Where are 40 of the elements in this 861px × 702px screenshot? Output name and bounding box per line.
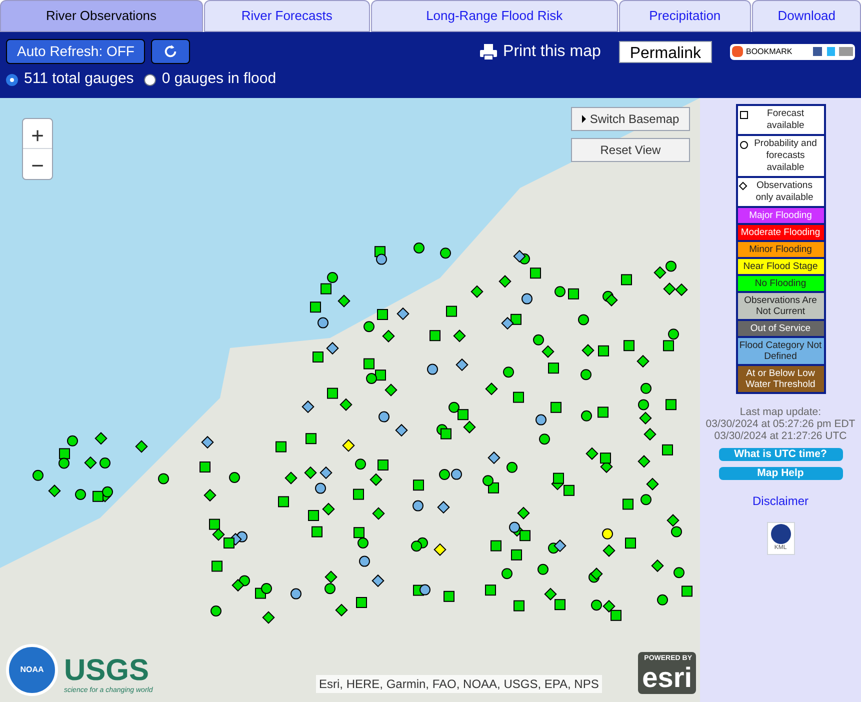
tab[interactable]: River Forecasts <box>204 0 370 32</box>
caret-icon <box>582 115 586 123</box>
tab[interactable]: Download <box>752 0 861 32</box>
legend-entry: Near Flood Stage <box>738 259 824 274</box>
printer-icon <box>480 44 498 60</box>
legend-entry: At or Below Low Water Threshold <box>738 366 824 392</box>
gauge-filter-radio[interactable]: 0 gauges in flood <box>144 68 276 91</box>
legend-label: Forecast available <box>766 108 806 132</box>
print-map-link[interactable]: Print this map <box>480 40 601 64</box>
update-title: Last map update: <box>740 406 822 418</box>
esri-logo: esri <box>642 664 692 692</box>
noaa-logo: NOAA <box>6 644 58 696</box>
switch-basemap-button[interactable]: Switch Basemap <box>571 107 690 131</box>
legend-entry: Observations Are Not Current <box>738 293 824 319</box>
refresh-icon <box>163 44 178 60</box>
legend-entry: Major Flooding <box>738 208 824 223</box>
refresh-button[interactable] <box>151 39 190 64</box>
legend-entry: Out of Service <box>738 321 824 336</box>
legend-label: Probability and forecasts available <box>753 138 818 174</box>
legend-entry: Minor Flooding <box>738 242 824 257</box>
tab[interactable]: River Observations <box>0 0 203 32</box>
disclaimer-link[interactable]: Disclaimer <box>752 492 808 510</box>
tab[interactable]: Precipitation <box>618 0 752 32</box>
bookmark-bar[interactable]: BOOKMARK <box>730 44 855 60</box>
legend-entry: Moderate Flooding <box>738 225 824 240</box>
auto-refresh-button[interactable]: Auto Refresh: OFF <box>6 39 146 64</box>
map-attribution: Esri, HERE, Garmin, FAO, NOAA, USGS, EPA, NPS <box>316 675 602 693</box>
update-time-local: 03/30/2024 at 05:27:26 pm EDT <box>706 418 856 430</box>
gauge-filter-radio[interactable]: 511 total gauges <box>6 68 134 91</box>
legend-label: Observations only available <box>754 180 814 204</box>
legend-entry: Flood Category Not Defined <box>738 338 824 364</box>
reset-view-button[interactable]: Reset View <box>571 138 690 162</box>
legend-entry: No Flooding <box>738 276 824 291</box>
bookmark-label: BOOKMARK <box>746 46 792 58</box>
zoom-in-button[interactable]: + <box>23 119 52 149</box>
zoom-out-button[interactable]: − <box>23 149 52 179</box>
tab[interactable]: Long-Range Flood Risk <box>371 0 618 32</box>
permalink-button[interactable]: Permalink <box>618 40 712 63</box>
update-time-utc: 03/30/2024 at 21:27:26 UTC <box>714 430 847 442</box>
usgs-logo: USGS <box>64 656 150 686</box>
